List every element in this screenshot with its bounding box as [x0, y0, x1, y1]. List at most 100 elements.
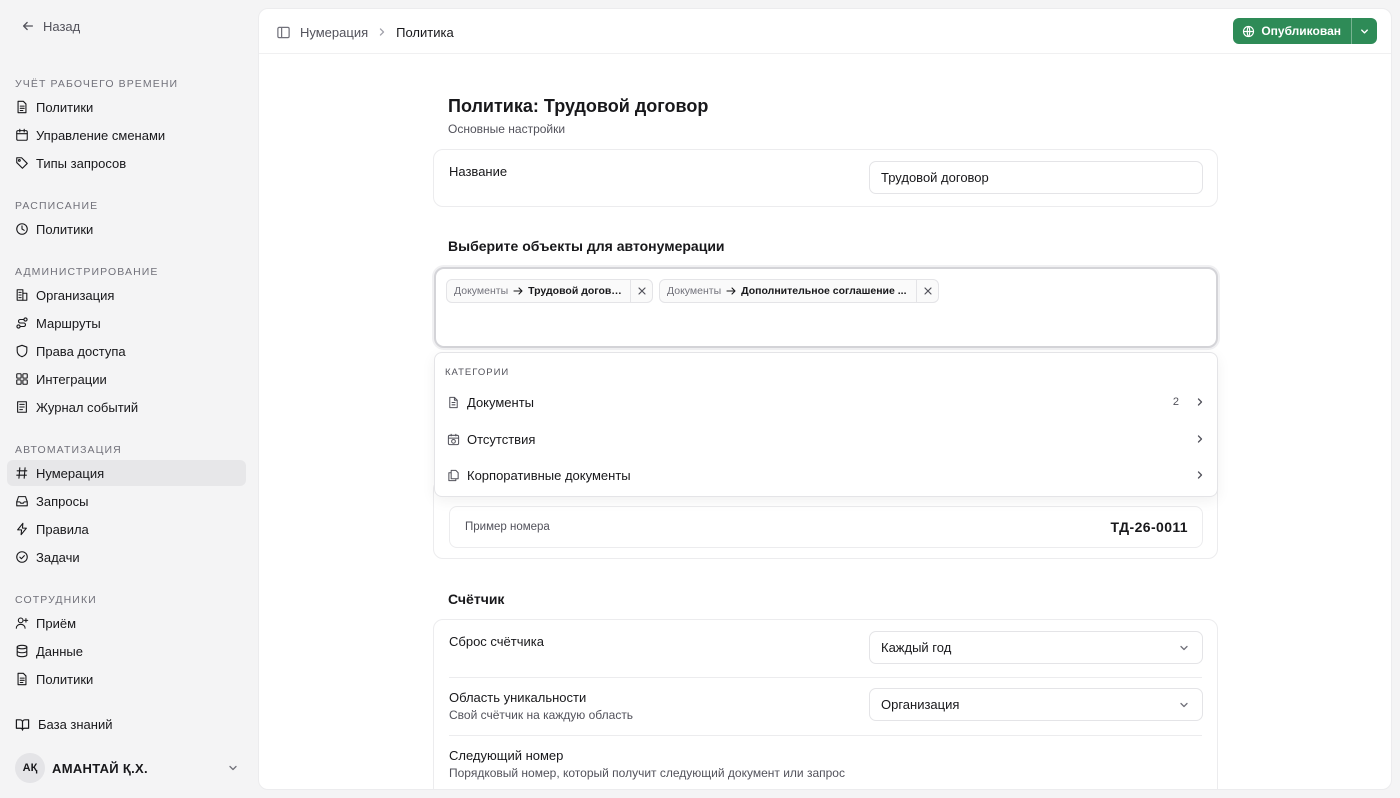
sidebar-item-label: Типы запросов [36, 155, 127, 171]
file-list-icon [15, 100, 29, 114]
nav-section: Учёт рабочего времени Политики Управление … [0, 74, 258, 178]
inbox-icon [15, 494, 29, 508]
sidebar-item[interactable]: Данные [7, 638, 246, 664]
sidebar-item[interactable]: Типы запросов [7, 150, 246, 176]
document-icon [447, 396, 460, 409]
publish-dropdown-toggle[interactable] [1351, 18, 1377, 44]
publish-button[interactable]: Опубликован [1233, 18, 1351, 44]
nav-section-heading: Автоматизация [15, 444, 122, 456]
reset-label: Сброс счётчика [449, 634, 544, 649]
sidebar-item[interactable]: Политики [7, 94, 246, 120]
counter-heading: Счётчик [448, 591, 505, 607]
sidebar-item[interactable]: Правила [7, 516, 246, 542]
building-icon [15, 288, 29, 302]
sidebar-item[interactable]: Организация [7, 282, 246, 308]
sidebar-item-label: Запросы [36, 493, 89, 509]
sidebar-item[interactable]: Политики [7, 216, 246, 242]
back-link[interactable]: Назад [21, 16, 80, 36]
sidebar-item-label: Политики [36, 99, 94, 115]
chip-body: Документы Дополнительное соглашение ... [660, 280, 916, 302]
calendar-icon [15, 128, 29, 142]
chip-item: Дополнительное соглашение ... [741, 285, 907, 297]
sidebar: Назад Учёт рабочего времени Политики Управ… [0, 0, 258, 798]
dropdown-item-documents[interactable]: Документы 2 [437, 385, 1215, 419]
nav-section: Расписание Политики [0, 196, 258, 244]
reset-select[interactable]: Каждый год [869, 631, 1203, 664]
breadcrumb-numbering[interactable]: Нумерация [300, 25, 368, 40]
avatar: AҚ [15, 753, 45, 783]
sidebar-item[interactable]: Запросы [7, 488, 246, 514]
dropdown-item-absences[interactable]: Отсутствия [437, 422, 1215, 456]
nav-section-heading: Сотрудники [15, 594, 97, 606]
check-circle-icon [15, 550, 29, 564]
chip-body: Документы Трудовой договор [447, 280, 630, 302]
close-icon [637, 287, 646, 295]
chevron-right-icon [1195, 397, 1205, 407]
page-subtitle: Основные настройки [448, 122, 566, 136]
clock-icon [15, 222, 29, 236]
objects-multiselect[interactable]: Документы Трудовой договор Документы Доп… [434, 267, 1218, 348]
publish-button-group: Опубликован [1233, 18, 1377, 44]
chip-category: Документы [667, 285, 722, 297]
sidebar-item-label: Интеграции [36, 371, 107, 387]
sidebar-item[interactable]: Приём [7, 610, 246, 636]
next-number-hint: Порядковый номер, который получит следую… [449, 766, 845, 780]
dropdown-item-label: Документы [467, 394, 535, 410]
chevron-down-icon [1178, 699, 1190, 711]
sidebar-item[interactable]: Задачи [7, 544, 246, 570]
chevron-down-icon [227, 762, 239, 774]
objects-heading: Выберите объекты для автонумерации [448, 238, 725, 254]
book-icon [15, 717, 30, 732]
sidebar-item[interactable]: Политики [7, 666, 246, 692]
scope-select[interactable]: Организация [869, 688, 1203, 721]
sample-number-box: Пример номера ТД-26-0011 [449, 506, 1203, 548]
puzzle-icon [15, 372, 29, 386]
sidebar-toggle-icon[interactable] [276, 25, 291, 40]
sidebar-item-label: Политики [36, 671, 94, 687]
selected-chip: Документы Дополнительное соглашение ... [659, 279, 939, 303]
chevron-right-icon [1195, 470, 1205, 480]
scope-label: Область уникальности [449, 690, 587, 705]
sidebar-item-label: Маршруты [36, 315, 101, 331]
shield-icon [15, 344, 29, 358]
chip-remove-button[interactable] [916, 280, 938, 302]
sidebar-item[interactable]: Интеграции [7, 366, 246, 392]
divider [449, 735, 1202, 736]
sidebar-item[interactable]: Права доступа [7, 338, 246, 364]
sidebar-item[interactable]: Нумерация [7, 460, 246, 486]
selected-chip: Документы Трудовой договор [446, 279, 653, 303]
knowledge-base-label: База знаний [38, 716, 113, 732]
documents-stack-icon [447, 469, 460, 482]
chip-remove-button[interactable] [630, 280, 652, 302]
sidebar-item-label: Политики [36, 221, 94, 237]
sidebar-item[interactable]: Маршруты [7, 310, 246, 336]
sidebar-item[interactable]: Управление сменами [7, 122, 246, 148]
breadcrumb: Нумерация Политика [276, 22, 454, 42]
user-plus-icon [15, 616, 29, 630]
next-number-label: Следующий номер [449, 748, 564, 763]
publish-label: Опубликован [1261, 24, 1341, 38]
nav-section: Автоматизация Нумерация Запросы Правила Зада… [0, 440, 258, 572]
breadcrumb-policy: Политика [396, 24, 454, 40]
sidebar-item-label: Права доступа [36, 343, 126, 359]
close-icon [923, 287, 932, 295]
bolt-icon [15, 522, 29, 536]
chevron-right-icon [377, 27, 387, 37]
chevron-down-icon [1178, 642, 1190, 654]
dropdown-heading: Категории [445, 367, 510, 378]
sidebar-item-label: Приём [36, 615, 77, 631]
categories-dropdown: Категории Документы 2 Отсутствия Корпора… [434, 352, 1218, 497]
sidebar-item-label: Управление сменами [36, 127, 166, 143]
arrow-right-icon [513, 286, 523, 296]
sidebar-item[interactable]: Журнал событий [7, 394, 246, 420]
name-input[interactable]: Трудовой договор [869, 161, 1203, 194]
user-menu[interactable]: AҚ АМАНТАЙ Қ.Х. [15, 753, 243, 783]
sidebar-item-label: Задачи [36, 549, 80, 565]
dropdown-item-corporate-documents[interactable]: Корпоративные документы [437, 458, 1215, 492]
scope-value: Организация [881, 697, 960, 712]
name-label: Название [449, 164, 508, 179]
scope-hint: Свой счётчик на каждую область [449, 708, 634, 722]
chevron-down-icon [1359, 26, 1370, 37]
dropdown-item-label: Отсутствия [467, 431, 536, 447]
knowledge-base-link[interactable]: База знаний [15, 714, 113, 734]
